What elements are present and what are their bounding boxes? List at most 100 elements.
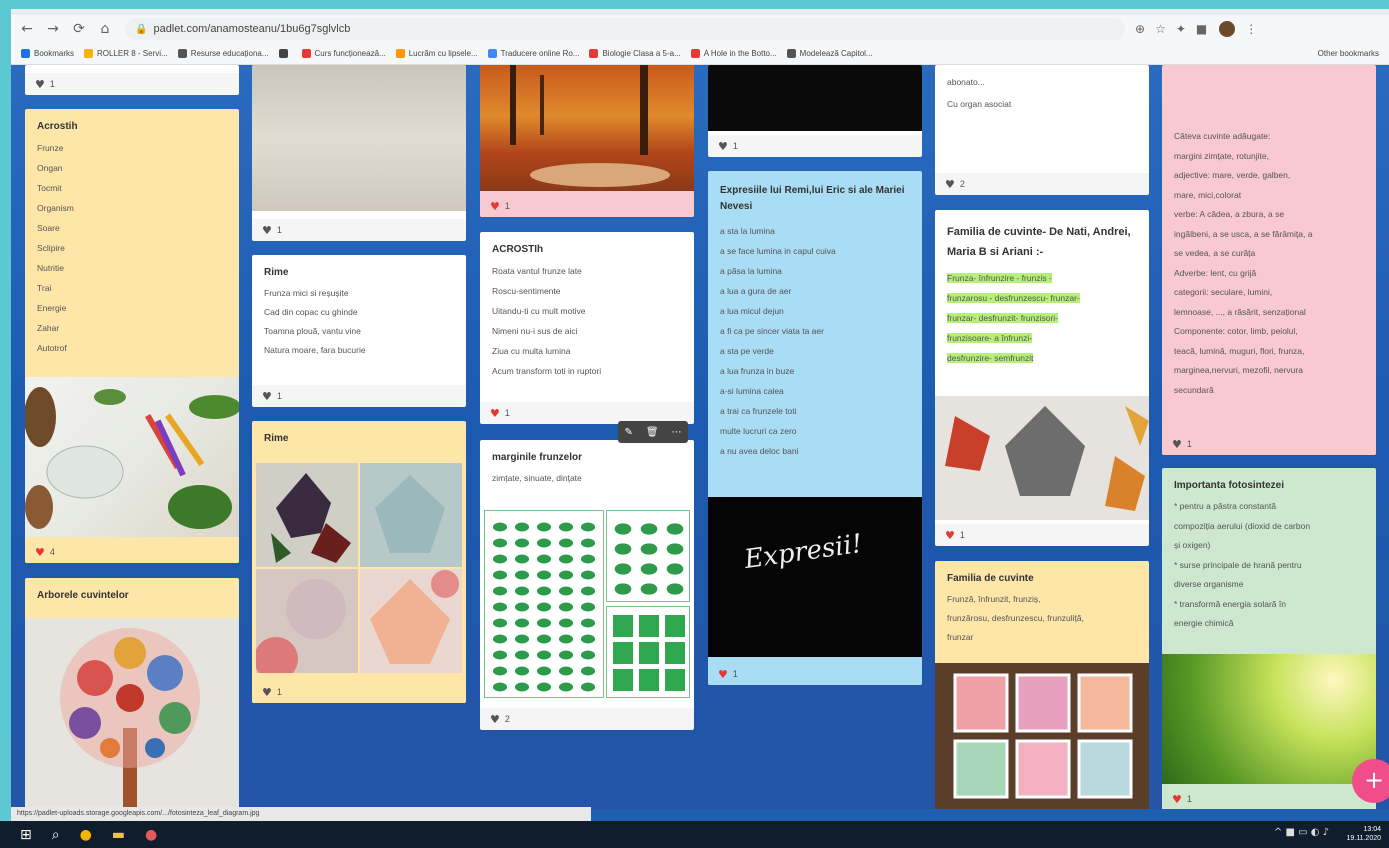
chrome-active-icon[interactable]: ● (145, 827, 157, 843)
leaf-shape (536, 586, 552, 596)
card-line: teacă, lumină, muguri, flori, frunza, (1174, 345, 1305, 356)
card-familia2[interactable]: Familia de cuvinte Frunză, înfrunzit, fr… (935, 561, 1149, 809)
add-post-button[interactable]: + (1352, 759, 1389, 803)
puzzle-icon[interactable]: ■ (1196, 22, 1207, 36)
heart-icon[interactable]: ♥ (1172, 793, 1182, 806)
leaf-vein-shape (639, 615, 659, 637)
extension-icon[interactable]: ✦ (1176, 22, 1186, 36)
leaf-shape (536, 666, 552, 676)
bookmark-item[interactable]: Traducere online Ro... (487, 49, 579, 58)
likes-count: 1 (276, 225, 282, 235)
reload-icon[interactable]: ⟳ (69, 21, 89, 37)
back-icon[interactable]: ← (17, 21, 37, 37)
bookmark-item[interactable]: Bookmarks (21, 49, 74, 58)
heart-icon[interactable]: ♥ (718, 140, 728, 153)
bookmark-item[interactable] (278, 49, 292, 58)
system-tray-icons[interactable]: ^ ■ ▭ ◐ ♪ (1274, 827, 1329, 838)
autumn-forest-illustration (510, 65, 670, 187)
card-familia1[interactable]: Familia de cuvinte- De Nati, Andrei, Mar… (935, 210, 1149, 546)
bookmark-item[interactable]: Biologie Clasa a 5-a... (589, 49, 681, 58)
card-rime1[interactable]: Rime Frunza mici si reșușite Cad din copa… (252, 255, 466, 407)
card-col1-top[interactable]: ♥ 1 (25, 65, 239, 95)
url-input[interactable]: 🔒 padlet.com/anamosteanu/1bu6g7sglvlcb (125, 18, 1125, 40)
leaves-crayons-illustration (25, 387, 239, 529)
bookmark-favicon-icon (487, 49, 497, 58)
forward-icon[interactable]: → (43, 21, 63, 37)
card-col2-top[interactable]: ♥ 1 (252, 65, 466, 241)
card-line: abonato... (947, 77, 985, 87)
leaf-prints-photo-image (935, 663, 1149, 809)
heart-icon[interactable]: ♥ (262, 686, 272, 699)
translate-icon[interactable]: ⊕ (1135, 22, 1145, 36)
trash-icon[interactable]: 🗑 (646, 427, 659, 438)
heart-icon[interactable]: ♥ (945, 178, 955, 191)
bookmark-item[interactable]: A Hole in the Botto... (690, 49, 777, 58)
expresii-blackboard-image: Expresii! (708, 497, 922, 657)
profile-avatar[interactable] (1219, 21, 1236, 37)
home-icon[interactable]: ⌂ (95, 21, 115, 37)
heart-icon[interactable]: ♥ (490, 407, 500, 420)
likes-count: 1 (732, 141, 738, 151)
card-title: Familia de cuvinte (947, 573, 1034, 584)
leaf-shape (558, 570, 574, 580)
leaf-shape (640, 543, 658, 555)
windows-taskbar: ⊞ ⌕ ● ▬ ● ^ ■ ▭ ◐ ♪ 13:04 19.11.2020 (0, 821, 1389, 848)
menu-icon[interactable]: ⋮ (1245, 22, 1257, 36)
heart-icon[interactable]: ♥ (262, 224, 272, 237)
card-line: Ongan (37, 163, 63, 173)
card-autumn-photo[interactable]: ♥ 1 (480, 65, 694, 217)
card-line: margini zimțate, rotunjite, (1174, 150, 1269, 161)
search-icon[interactable]: ⌕ (52, 827, 60, 843)
heart-icon[interactable]: ♥ (35, 78, 45, 91)
heart-icon[interactable]: ♥ (262, 390, 272, 403)
bookmark-item[interactable]: Modelează Capitol... (786, 49, 873, 58)
card-acrostih2[interactable]: ACROSTIh Roata vantul frunze late Roscu-s… (480, 232, 694, 424)
card-line: verbe: A cădea, a zbura, a se (1174, 209, 1285, 219)
windows-start-icon[interactable]: ⊞ (20, 827, 32, 843)
card-cuvinte[interactable]: Câteva cuvinte adăugate: margini zimțate,… (1162, 65, 1376, 455)
leaf-shape (558, 618, 574, 628)
leaf-shape (614, 563, 632, 575)
card-importanta[interactable]: Importanta fotosintezei * pentru a păstr… (1162, 468, 1376, 809)
leaf-shape (666, 583, 684, 595)
leaf-shape (492, 650, 508, 660)
leaf-shape (666, 523, 684, 535)
card-acrostih[interactable]: Acrostih Frunze Ongan Tocmit Organism Soare S… (25, 109, 239, 563)
bookmark-item[interactable]: Resurse educaționa... (177, 49, 269, 58)
leaf-vein-shape (665, 615, 685, 637)
heart-icon[interactable]: ♥ (718, 668, 728, 681)
card-line: a lua micul dejun (720, 306, 784, 316)
leaf-shape (580, 586, 596, 596)
leaf-shape (514, 634, 530, 644)
chrome-icon[interactable]: ● (80, 827, 92, 843)
dark-leaves-image (256, 463, 358, 567)
bookmark-item[interactable]: Lucrăm cu lipsele... (395, 49, 478, 58)
card-line: Tocmit (37, 183, 62, 193)
heart-icon[interactable]: ♥ (490, 200, 500, 213)
bookmark-item[interactable]: Curs funcționează... (301, 49, 386, 58)
heart-icon[interactable]: ♥ (1172, 438, 1182, 451)
leaf-print-illustration (375, 475, 445, 553)
bookmark-item[interactable]: ROLLER 8 - Servi... (84, 49, 168, 58)
more-icon[interactable]: ⋯ (672, 427, 682, 438)
leaf-shape (558, 586, 574, 596)
heart-icon[interactable]: ♥ (490, 713, 500, 726)
card-expresii[interactable]: Expresiile lui Remi,lui Eric si ale Mari… (708, 171, 922, 685)
card-col4-top[interactable]: ♥ 1 (708, 65, 922, 157)
card-arborele[interactable]: Arborele cuvintelor (25, 578, 239, 809)
other-bookmarks[interactable]: Other bookmarks (1318, 49, 1379, 58)
browser-window: ← → ⟳ ⌂ 🔒 padlet.com/anamosteanu/1bu6g7s… (11, 9, 1389, 821)
edit-icon[interactable]: ✎ (624, 427, 632, 438)
file-explorer-icon[interactable]: ▬ (112, 827, 125, 843)
card-line: frunzărosu, desfrunzescu, frunzuliță, (947, 613, 1085, 623)
star-icon[interactable]: ☆ (1155, 22, 1166, 36)
leaf-shape (558, 554, 574, 564)
card-rime2[interactable]: Rime ♥ 1 (252, 421, 466, 703)
heart-icon[interactable]: ♥ (35, 546, 45, 559)
card-col5-top[interactable]: abonato... Cu organ asociat ♥ 2 (935, 65, 1149, 195)
leaf-shape (580, 634, 596, 644)
card-line: Autotrof (37, 343, 67, 353)
taskbar-clock[interactable]: 13:04 19.11.2020 (1346, 825, 1381, 843)
heart-icon[interactable]: ♥ (945, 529, 955, 542)
card-marginile[interactable]: marginile frunzelor zimțate, sinuate, di… (480, 440, 694, 730)
